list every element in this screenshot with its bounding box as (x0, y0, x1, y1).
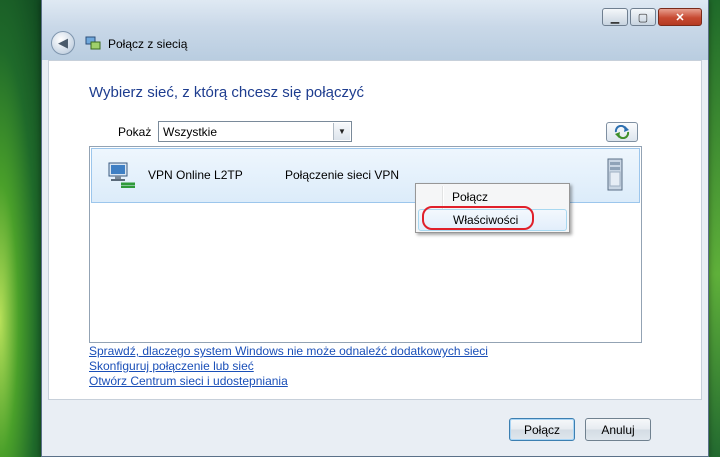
show-filter-dropdown[interactable]: Wszystkie ▼ (158, 121, 352, 142)
page-heading: Wybierz sieć, z którą chcesz się połączy… (89, 84, 364, 101)
window-controls: ▁ ▢ ✕ (602, 8, 702, 26)
close-button[interactable]: ✕ (658, 8, 702, 26)
network-type: Połączenie sieci VPN (285, 168, 400, 182)
vpn-connection-icon (108, 162, 135, 188)
content-panel: Wybierz sieć, z którą chcesz się połączy… (48, 60, 702, 400)
link-network-center[interactable]: Otwórz Centrum sieci i udostepniania (89, 374, 488, 389)
title-bar: ▁ ▢ ✕ ◀ Połącz z siecią (42, 0, 708, 60)
desktop-wallpaper-left (0, 0, 44, 457)
minimize-button[interactable]: ▁ (602, 8, 628, 26)
refresh-button[interactable] (606, 122, 638, 142)
network-list: VPN Online L2TP Połączenie sieci VPN (89, 146, 642, 343)
desktop-wallpaper-right (708, 0, 720, 457)
link-setup-connection[interactable]: Skonfiguruj połączenie lub sieć (89, 359, 488, 374)
window-title: Połącz z siecią (108, 37, 188, 51)
back-arrow-icon: ◀ (58, 35, 68, 50)
refresh-icon (614, 125, 630, 139)
network-name: VPN Online L2TP (148, 168, 243, 182)
network-connect-icon (85, 36, 101, 50)
cancel-button[interactable]: Anuluj (585, 418, 651, 441)
connect-to-network-window: ▁ ▢ ✕ ◀ Połącz z siecią Wybierz sieć, z … (41, 0, 709, 457)
connect-button[interactable]: Połącz (509, 418, 575, 441)
help-links: Sprawdź, dlaczego system Windows nie moż… (89, 344, 488, 389)
menu-item-connect[interactable]: Połącz (418, 186, 567, 208)
show-filter-label: Pokaż (118, 125, 152, 139)
back-button[interactable]: ◀ (51, 31, 75, 55)
maximize-button[interactable]: ▢ (630, 8, 656, 26)
highlight-annotation (422, 206, 534, 230)
server-icon (607, 158, 623, 191)
show-filter-value: Wszystkie (163, 125, 217, 139)
link-why-no-networks[interactable]: Sprawdź, dlaczego system Windows nie moż… (89, 344, 488, 359)
chevron-down-icon: ▼ (333, 123, 350, 140)
